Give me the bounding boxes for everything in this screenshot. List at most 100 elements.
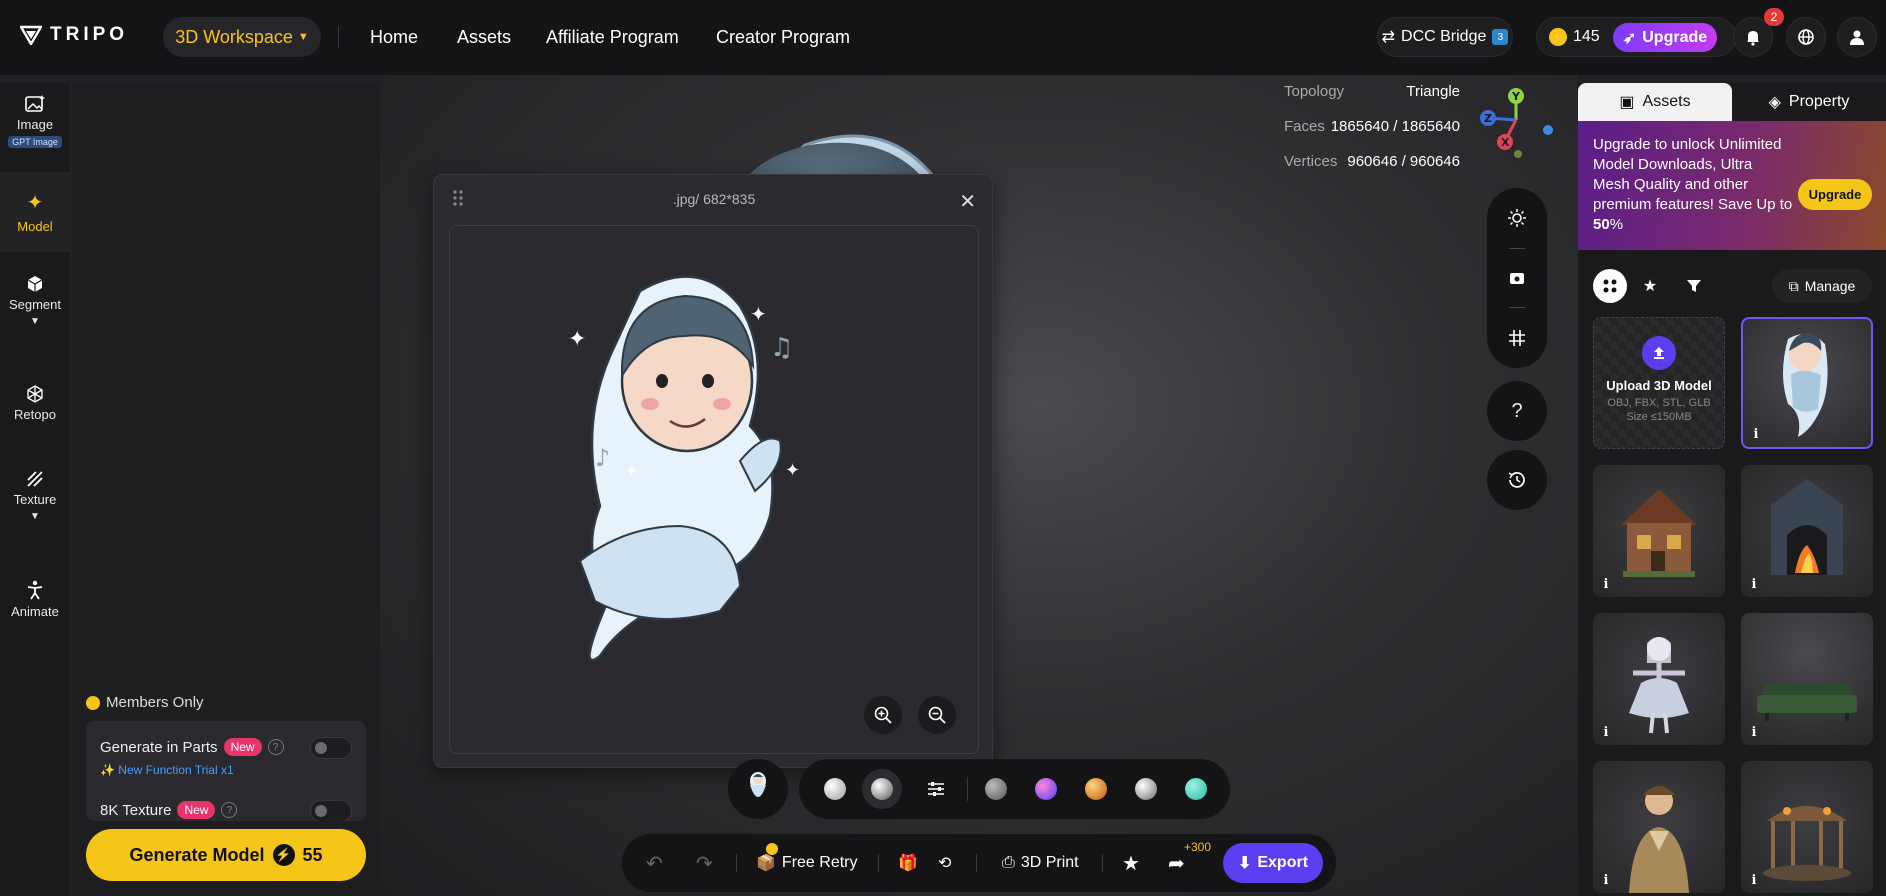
orange-material-button[interactable]	[1085, 778, 1107, 800]
generate-parts-toggle[interactable]	[310, 737, 352, 759]
favorite-star-icon[interactable]: ★	[1122, 834, 1140, 892]
upload-3d-model-card[interactable]: Upload 3D Model OBJ, FBX, STL, GLB Size …	[1593, 317, 1725, 449]
matte-material-button[interactable]	[985, 778, 1007, 800]
members-only-heading: Members Only	[86, 694, 204, 711]
upgrade-button[interactable]: ➶ Upgrade	[1613, 23, 1717, 52]
generate-parts-option: Generate in Parts New ?	[100, 738, 284, 756]
axis-gizmo[interactable]: Y Z X	[1472, 84, 1562, 164]
asset-card-lady[interactable]: i	[1593, 761, 1725, 893]
bell-icon	[1747, 31, 1759, 46]
asset-card-sofa[interactable]: i	[1741, 613, 1873, 745]
workspace-dropdown[interactable]: 3D Workspace ▼	[163, 17, 321, 57]
asset-card-gazebo[interactable]: i	[1741, 761, 1873, 893]
printer-icon: ⎙	[1002, 854, 1015, 871]
svg-text:✦: ✦	[785, 460, 800, 481]
settings-sliders-icon[interactable]	[926, 779, 946, 799]
help-button[interactable]: ?	[1487, 381, 1547, 441]
undo-icon[interactable]: ↶	[646, 834, 663, 892]
nav-affiliate-program[interactable]: Affiliate Program	[546, 27, 679, 48]
favorites-filter-button[interactable]: ★	[1633, 269, 1667, 303]
tool-animate-label: Animate	[11, 604, 59, 619]
help-icon[interactable]: ?	[267, 739, 284, 755]
mesh-icon	[27, 385, 43, 403]
grid-view-button[interactable]	[1593, 269, 1627, 303]
grid-settings-button[interactable]	[1487, 308, 1547, 368]
share-icon[interactable]: ➦	[1168, 834, 1185, 892]
camera-button[interactable]	[1487, 249, 1547, 307]
user-menu-button[interactable]	[1837, 17, 1877, 57]
tool-animate[interactable]: Animate	[0, 580, 70, 619]
zoom-in-button[interactable]	[864, 696, 902, 734]
filter-button[interactable]	[1677, 269, 1711, 303]
figure-icon	[27, 580, 43, 600]
zoom-out-button[interactable]	[918, 696, 956, 734]
tripo-logo-icon	[20, 25, 42, 45]
info-icon[interactable]: i	[1747, 873, 1761, 888]
lighting-button[interactable]	[1487, 188, 1547, 248]
tool-segment[interactable]: Segment ▼	[0, 275, 70, 327]
nav-creator-program[interactable]: Creator Program	[716, 27, 850, 48]
shaded-sphere-icon	[871, 778, 893, 800]
tab-property[interactable]: ◈ Property	[1732, 83, 1886, 121]
info-icon[interactable]: i	[1599, 577, 1613, 592]
crown-icon	[86, 695, 100, 710]
tripo-logo[interactable]: TRIPO	[20, 24, 128, 46]
ghost-thumbnail-icon	[750, 772, 766, 797]
nav-home[interactable]: Home	[370, 27, 418, 48]
rotate-view-icon[interactable]: ⟲	[938, 834, 951, 892]
info-icon[interactable]: i	[1747, 577, 1761, 592]
gift-icon[interactable]: 🎁	[898, 834, 918, 892]
free-retry-button[interactable]: 📦 Free Retry	[756, 834, 858, 892]
language-button[interactable]	[1786, 17, 1826, 57]
swap-icon: ⇄	[1381, 29, 1396, 46]
tool-retopo[interactable]: Retopo	[0, 385, 70, 422]
info-icon[interactable]: i	[1747, 725, 1761, 740]
asset-card-ghost[interactable]: i	[1741, 317, 1873, 449]
chevron-down-icon: ▼	[297, 31, 309, 43]
upgrade-label: Upgrade	[1642, 28, 1708, 46]
upgrade-promo-banner: Upgrade to unlock Unlimited Model Downlo…	[1578, 121, 1886, 250]
close-icon[interactable]: ✕	[959, 189, 976, 214]
info-icon[interactable]: i	[1599, 873, 1613, 888]
divider	[736, 854, 737, 872]
manage-button[interactable]: ⧉ Manage	[1772, 269, 1872, 303]
reference-image-preview: .jpg/ 682*835 ✕ ✦ ✦ ♫ ♪ ✦ ✦	[433, 174, 993, 768]
cube-icon	[27, 276, 43, 292]
iridescent-material-button[interactable]	[1035, 778, 1057, 800]
model-thumbnail-button[interactable]	[728, 759, 788, 819]
teal-material-button[interactable]	[1185, 778, 1207, 800]
3d-print-button[interactable]: ⎙ 3D Print	[1002, 834, 1079, 892]
generate-model-button[interactable]: Generate Model ⚡ 55	[86, 829, 366, 881]
promo-upgrade-button[interactable]: Upgrade	[1798, 179, 1872, 210]
assets-panel: ▣ Assets ◈ Property Upgrade to unlock Un…	[1578, 83, 1886, 896]
asset-card-doll[interactable]: i	[1593, 613, 1725, 745]
tool-image[interactable]: Image GPT Image	[0, 95, 70, 167]
tool-model[interactable]: ✦ Model	[0, 172, 70, 252]
members-only-label: Members Only	[106, 694, 204, 711]
clay-material-button[interactable]	[824, 778, 846, 800]
asset-card-fireplace[interactable]: i	[1741, 465, 1873, 597]
nav-assets[interactable]: Assets	[457, 27, 511, 48]
tool-texture[interactable]: Texture ▼	[0, 470, 70, 522]
dcc-bridge-button[interactable]: ⇄ DCC Bridge 3	[1377, 17, 1513, 57]
svg-text:✦: ✦	[625, 461, 638, 480]
export-button[interactable]: ⬇ Export	[1223, 843, 1323, 883]
history-button[interactable]	[1487, 450, 1547, 510]
help-icon[interactable]: ?	[221, 802, 238, 818]
asset-card-house[interactable]: i	[1593, 465, 1725, 597]
caret-down-icon: ▼	[30, 316, 40, 327]
redo-icon[interactable]: ↷	[696, 834, 713, 892]
info-icon[interactable]: i	[1599, 725, 1613, 740]
upload-size-limit: Size ≤150MB	[1626, 411, 1692, 423]
shaded-material-button[interactable]	[862, 769, 902, 809]
metal-material-button[interactable]	[1135, 778, 1157, 800]
export-label: Export	[1257, 854, 1309, 871]
divider	[878, 854, 879, 872]
divider	[976, 854, 977, 872]
info-icon[interactable]: i	[1749, 427, 1763, 442]
axis-y-label: Y	[1511, 90, 1521, 103]
image-icon	[25, 95, 45, 112]
tab-assets[interactable]: ▣ Assets	[1578, 83, 1732, 121]
question-icon: ?	[1511, 399, 1523, 422]
texture-8k-toggle[interactable]	[310, 800, 352, 821]
